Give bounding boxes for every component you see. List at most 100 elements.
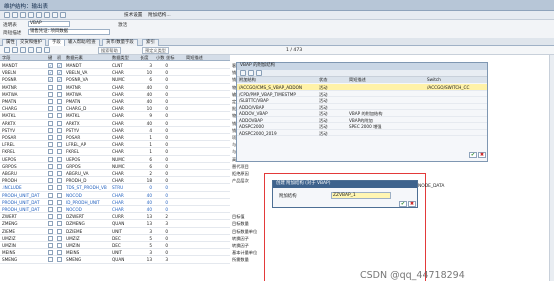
table-row[interactable]: MATWA MATWA CHAR 40 0: [0, 91, 230, 98]
key-checkbox[interactable]: [48, 235, 53, 241]
decimals-cell[interactable]: 0: [160, 164, 168, 169]
table-row[interactable]: MEINS MEINS UNIT 3 0: [0, 249, 230, 257]
data-type-cell[interactable]: NUMC: [112, 164, 138, 169]
data-type-cell[interactable]: CHAR: [112, 70, 138, 75]
decimals-cell[interactable]: 0: [160, 135, 168, 140]
data-element-cell[interactable]: POSNR_VA: [66, 77, 112, 82]
back-icon[interactable]: [4, 12, 10, 18]
data-type-cell[interactable]: CHAR: [112, 85, 138, 90]
table-row[interactable]: GRPOS GRPOS NUMC 6 0: [0, 163, 230, 170]
field-cell[interactable]: FKREL: [2, 149, 44, 154]
field-cell[interactable]: PRODH_UNIT_DAT: [2, 200, 44, 205]
table-row[interactable]: PRODH_UNIT_DAT ID_PRODH_UNIT CHAR 40 0: [0, 199, 230, 206]
data-type-cell[interactable]: DEC: [112, 243, 138, 248]
table-row[interactable]: PRODH_UNIT_DAT NOCOD CHAR 40 0: [0, 192, 230, 199]
length-cell[interactable]: 1: [142, 135, 152, 140]
length-cell[interactable]: 13: [142, 257, 152, 262]
field-cell[interactable]: UMZIN: [2, 243, 44, 248]
length-cell[interactable]: 10: [142, 106, 152, 111]
length-cell[interactable]: 1: [142, 149, 152, 154]
append-col-name[interactable]: 附加结构: [237, 77, 317, 83]
field-cell[interactable]: ZWERT: [2, 214, 44, 219]
change-icon[interactable]: [248, 70, 254, 76]
data-type-cell[interactable]: STRU: [112, 185, 138, 190]
data-type-cell[interactable]: CHAR: [112, 149, 138, 154]
data-element-cell[interactable]: ABGRU_VA: [66, 171, 112, 176]
forward-icon[interactable]: [12, 12, 18, 18]
data-element-cell[interactable]: MATWA: [66, 92, 112, 97]
short-desc-field[interactable]: 销售凭证: 项目数据: [28, 29, 110, 35]
menu-icon[interactable]: [60, 12, 66, 18]
key-checkbox[interactable]: [48, 199, 53, 205]
field-cell[interactable]: ARKTX: [2, 121, 44, 126]
key-checkbox[interactable]: [48, 178, 53, 184]
length-cell[interactable]: 40: [142, 121, 152, 126]
data-type-cell[interactable]: QUAN: [112, 257, 138, 262]
decimals-cell[interactable]: 0: [160, 157, 168, 162]
table-row[interactable]: LFREL LFREL_AP CHAR 1 0: [0, 141, 230, 149]
field-cell[interactable]: MANDT: [2, 63, 44, 68]
decimals-cell[interactable]: 0: [160, 229, 168, 234]
data-element-cell[interactable]: CHARG_D: [66, 106, 112, 111]
field-cell[interactable]: PMATN: [2, 99, 44, 104]
decimals-cell[interactable]: 0: [160, 142, 168, 147]
data-element-cell[interactable]: PMATN: [66, 99, 112, 104]
initial-checkbox[interactable]: [57, 113, 62, 119]
key-checkbox[interactable]: [48, 243, 53, 248]
decimals-cell[interactable]: 0: [160, 63, 168, 68]
key-checkbox[interactable]: ✓: [48, 77, 53, 83]
confirm-icon[interactable]: ✔: [469, 152, 477, 158]
key-checkbox[interactable]: [48, 156, 53, 162]
append-structure-row[interactable]: ADSPC2000_2019 活动: [237, 130, 487, 136]
data-element-cell[interactable]: DZIEME: [66, 229, 112, 234]
decimals-cell[interactable]: 0: [160, 106, 168, 111]
table-row[interactable]: ZWERT DZWERT CURR 13 2: [0, 213, 230, 221]
tab-indexes[interactable]: 索引: [142, 39, 159, 46]
length-cell[interactable]: 18: [142, 178, 152, 183]
field-cell[interactable]: SMENG: [2, 257, 44, 262]
tab-delivery[interactable]: 交货和维护: [16, 39, 46, 46]
key-checkbox[interactable]: ✓: [48, 63, 53, 68]
initial-checkbox[interactable]: [57, 99, 62, 104]
tab-currency-fields[interactable]: 货币/数量字段: [102, 39, 138, 46]
key-checkbox[interactable]: [48, 84, 53, 90]
table-row[interactable]: POSNR POSNR_VA NUMC 6 0 ✓ ✓: [0, 76, 230, 84]
key-checkbox[interactable]: [48, 207, 53, 212]
decimals-cell[interactable]: 0: [160, 128, 168, 133]
data-element-cell[interactable]: NOCOD: [66, 207, 112, 212]
length-cell[interactable]: 1: [142, 142, 152, 147]
col-header-desc[interactable]: 简短描述: [186, 55, 203, 61]
initial-checkbox[interactable]: [57, 199, 62, 205]
table-row[interactable]: CHARG CHARG_D CHAR 10 0: [0, 105, 230, 113]
table-row[interactable]: MANDT MANDT CLNT 3 0 ✓ ✓: [0, 62, 230, 70]
data-element-cell[interactable]: UMZIN: [66, 243, 112, 248]
initial-checkbox[interactable]: [57, 243, 62, 248]
data-type-cell[interactable]: CHAR: [112, 128, 138, 133]
table-row[interactable]: UMZIZ UMZIZ DEC 5 0: [0, 235, 230, 242]
decimals-cell[interactable]: 0: [160, 85, 168, 90]
initial-checkbox[interactable]: [57, 228, 62, 234]
initial-checkbox[interactable]: [57, 250, 62, 256]
data-element-cell[interactable]: NOCOD: [66, 193, 112, 198]
search-help-button[interactable]: 搜索帮助: [98, 47, 121, 54]
table-row[interactable]: PSTYV PSTYV CHAR 4 0: [0, 127, 230, 134]
table-row[interactable]: PRODH_UNIT_DAT NOCOD CHAR 40 0: [0, 206, 230, 214]
decimals-cell[interactable]: 0: [160, 77, 168, 82]
field-cell[interactable]: MATNR: [2, 85, 44, 90]
decimals-cell[interactable]: 0: [160, 207, 168, 212]
initial-checkbox[interactable]: [57, 257, 62, 263]
key-checkbox[interactable]: [48, 99, 53, 104]
data-element-cell[interactable]: SMENG: [66, 257, 112, 262]
data-element-cell[interactable]: UEPOS: [66, 157, 112, 162]
data-type-cell[interactable]: CHAR: [112, 178, 138, 183]
decimals-cell[interactable]: 3: [160, 221, 168, 226]
data-element-cell[interactable]: ARKTX: [66, 121, 112, 126]
append-col-status[interactable]: 状态: [317, 77, 347, 83]
data-type-cell[interactable]: NUMC: [112, 77, 138, 82]
paste-icon[interactable]: [20, 47, 26, 53]
decimals-cell[interactable]: 0: [160, 70, 168, 75]
table-row[interactable]: PMATN PMATN CHAR 40 0: [0, 98, 230, 106]
data-type-cell[interactable]: CHAR: [112, 193, 138, 198]
append-col-desc[interactable]: 简短描述: [347, 77, 425, 83]
display-change-icon[interactable]: [20, 12, 26, 18]
